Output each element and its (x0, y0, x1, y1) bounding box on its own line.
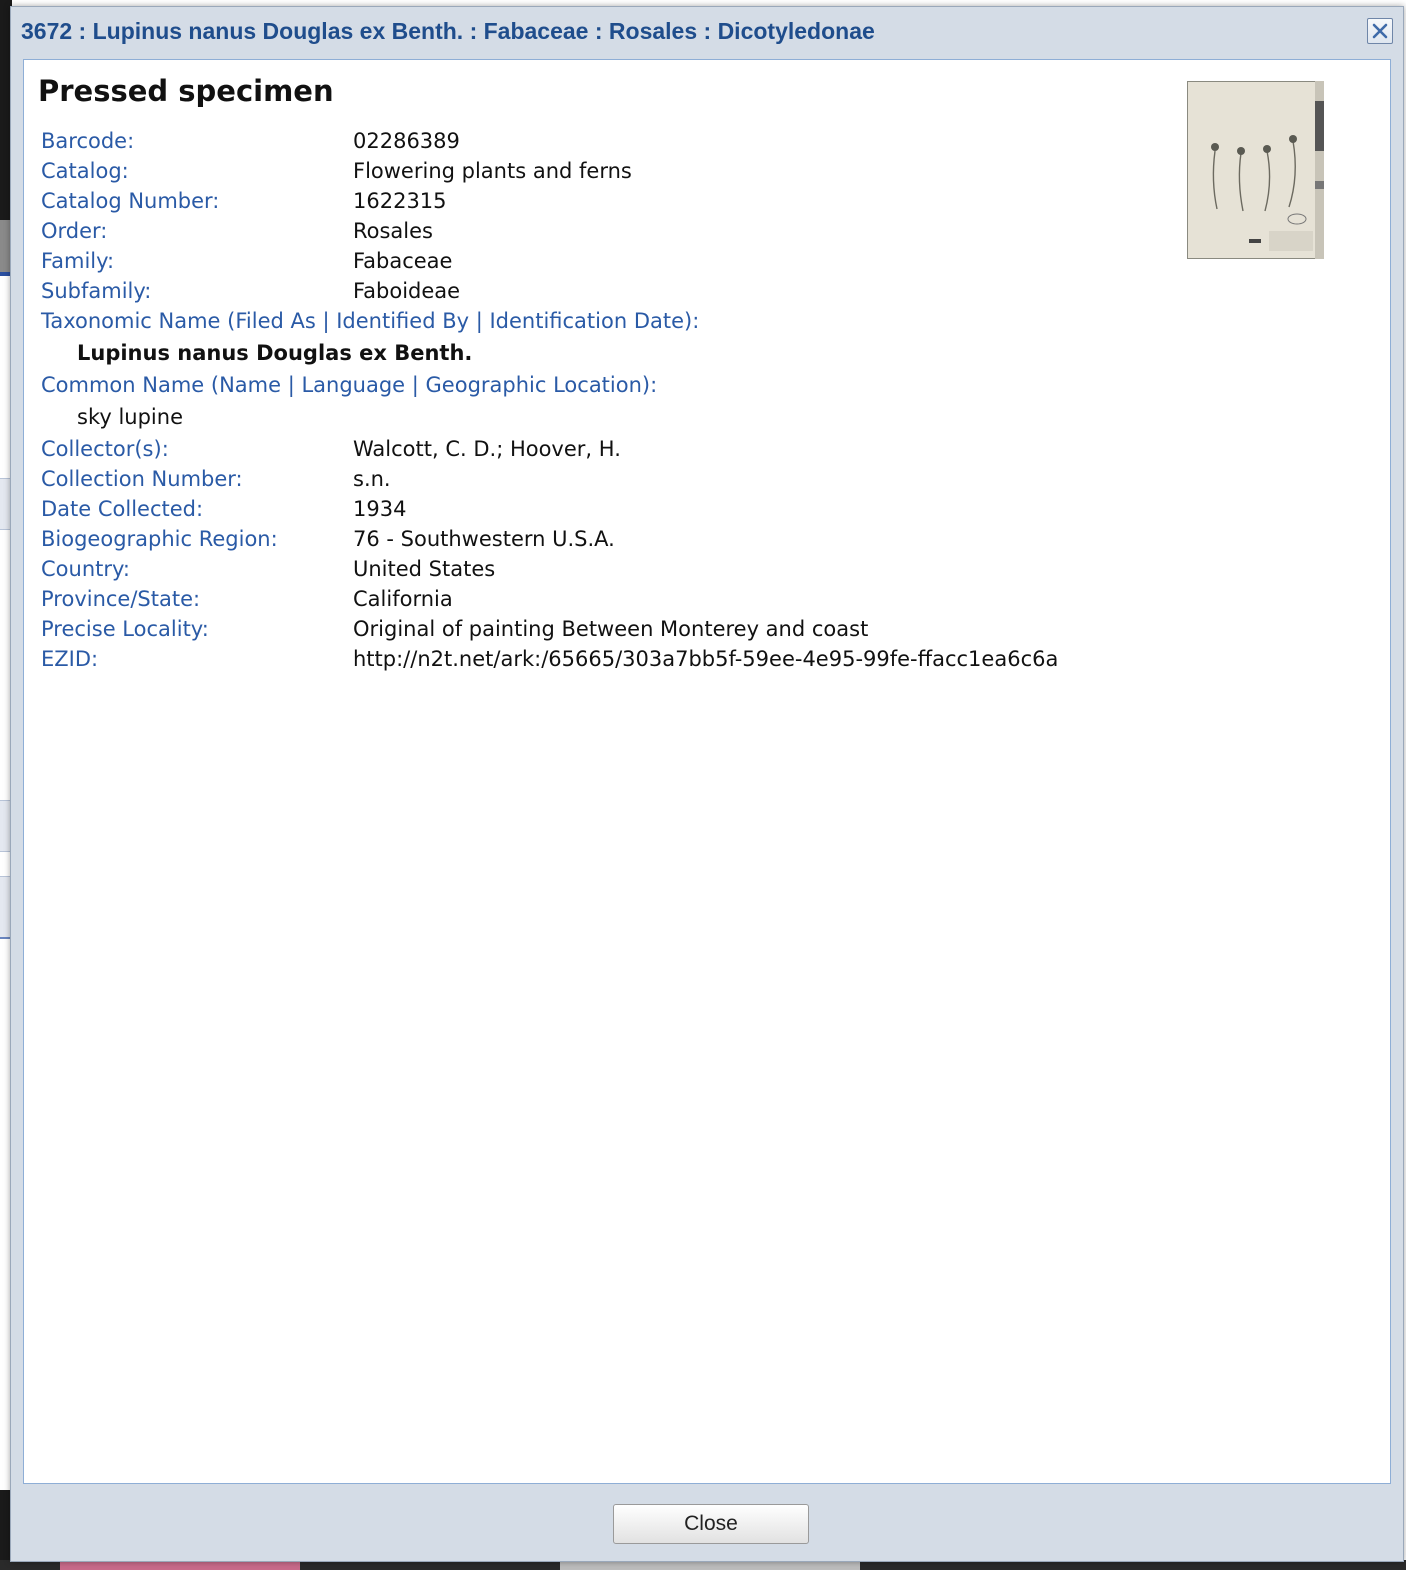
field-ezid: EZID: http://n2t.net/ark:/65665/303a7bb5… (41, 644, 1161, 674)
ezid-link[interactable]: http://n2t.net/ark:/65665/303a7bb5f-59ee… (353, 644, 1058, 674)
dialog-title: 3672 : Lupinus nanus Douglas ex Benth. :… (21, 18, 875, 44)
field-catalog: Catalog: Flowering plants and ferns (41, 156, 1161, 186)
field-country: Country: United States (41, 554, 1161, 584)
field-value: Flowering plants and ferns (353, 159, 632, 183)
field-value: 1934 (353, 497, 407, 521)
field-province-state: Province/State: California (41, 584, 1161, 614)
field-label: Biogeographic Region: (41, 527, 278, 551)
specimen-thumbnail[interactable] (1187, 81, 1324, 259)
field-label: Date Collected: (41, 497, 204, 521)
specimen-fields: Barcode: 02286389 Catalog: Flowering pla… (41, 126, 1161, 674)
field-family: Family: Fabaceae (41, 246, 1161, 276)
field-value: s.n. (353, 467, 391, 491)
field-label: Country: (41, 557, 130, 581)
field-collectors: Collector(s): Walcott, C. D.; Hoover, H. (41, 434, 1161, 464)
field-label: Family: (41, 249, 115, 273)
field-value: Original of painting Between Monterey an… (353, 617, 869, 641)
field-label: EZID: (41, 647, 99, 671)
field-subfamily: Subfamily: Faboideae (41, 276, 1161, 306)
field-biogeographic-region: Biogeographic Region: 76 - Southwestern … (41, 524, 1161, 554)
field-label: Precise Locality: (41, 617, 209, 641)
field-date-collected: Date Collected: 1934 (41, 494, 1161, 524)
page-title: Pressed specimen (38, 74, 334, 108)
field-barcode: Barcode: 02286389 (41, 126, 1161, 156)
close-icon[interactable] (1367, 18, 1393, 44)
field-value: United States (353, 557, 496, 581)
field-collection-number: Collection Number: s.n. (41, 464, 1161, 494)
field-value: Faboideae (353, 279, 461, 303)
field-precise-locality: Precise Locality: Original of painting B… (41, 614, 1161, 644)
field-value: Fabaceae (353, 249, 453, 273)
field-label: Subfamily: (41, 279, 152, 303)
taxonomic-name-value: Lupinus nanus Douglas ex Benth. (77, 341, 473, 365)
field-value: Rosales (353, 219, 434, 243)
dialog-titlebar[interactable]: 3672 : Lupinus nanus Douglas ex Benth. :… (11, 7, 1403, 57)
taxonomic-name-label: Taxonomic Name (Filed As | Identified By… (41, 309, 700, 333)
common-name-value: sky lupine (77, 405, 183, 429)
field-label: Barcode: (41, 129, 135, 153)
common-name-label: Common Name (Name | Language | Geographi… (41, 373, 658, 397)
field-value: 76 - Southwestern U.S.A. (353, 527, 615, 551)
field-label: Catalog: (41, 159, 129, 183)
close-button[interactable]: Close (613, 1504, 809, 1544)
field-label: Order: (41, 219, 108, 243)
field-value: California (353, 587, 453, 611)
field-order: Order: Rosales (41, 216, 1161, 246)
specimen-dialog: 3672 : Lupinus nanus Douglas ex Benth. :… (10, 6, 1404, 1562)
field-label: Province/State: (41, 587, 201, 611)
field-label: Catalog Number: (41, 189, 220, 213)
field-value: 1622315 (353, 189, 447, 213)
field-label: Collection Number: (41, 467, 243, 491)
field-label: Collector(s): (41, 437, 169, 461)
dialog-content: Pressed specimen Barcode: 02286389 Catal… (23, 59, 1391, 1484)
field-value: 02286389 (353, 129, 460, 153)
field-catalog-number: Catalog Number: 1622315 (41, 186, 1161, 216)
field-value: Walcott, C. D.; Hoover, H. (353, 437, 621, 461)
